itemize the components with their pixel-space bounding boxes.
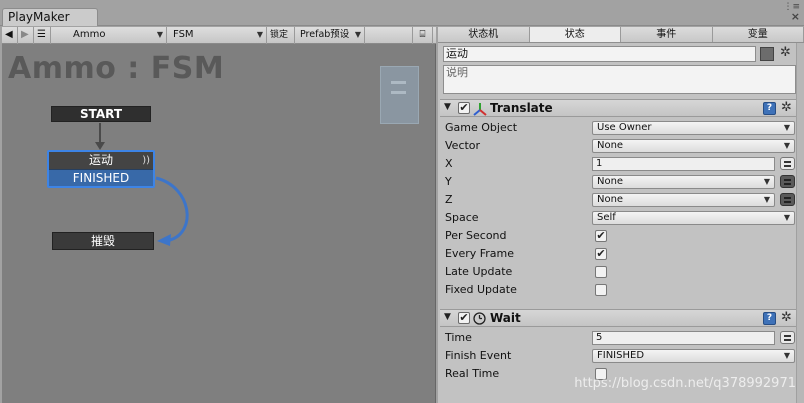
gear-icon[interactable]: ✲ [780, 46, 791, 60]
variable-toggle-button[interactable] [780, 157, 795, 170]
field-label: Per Second [445, 229, 507, 242]
field-label: Finish Event [445, 349, 512, 362]
state-node-title: 运动 [88, 153, 113, 167]
dropdown-value: None [597, 176, 624, 187]
dropdown-value: Self [597, 212, 616, 223]
dropdown-value: None [597, 194, 624, 205]
late-update-checkbox[interactable] [595, 266, 607, 278]
clock-icon [473, 312, 486, 325]
help-icon[interactable]: ? [763, 102, 776, 115]
game-object-dropdown[interactable]: Use Owner ▼ [592, 121, 795, 135]
start-node[interactable]: START [51, 106, 151, 122]
tab-fsm[interactable]: 状态机 [438, 27, 530, 42]
z-variable-dropdown[interactable]: None ▼ [592, 193, 775, 207]
chevron-down-icon: ▼ [763, 177, 770, 186]
action-title: Wait [490, 311, 521, 325]
state-color-swatch[interactable] [760, 47, 774, 61]
space-dropdown[interactable]: Self ▼ [592, 211, 795, 225]
y-variable-dropdown[interactable]: None ▼ [592, 175, 775, 189]
field-label: Time [445, 331, 472, 344]
field-label: X [445, 157, 453, 170]
chevron-down-icon: ▼ [783, 141, 790, 150]
field-label: Late Update [445, 265, 513, 278]
gear-icon[interactable]: ✲ [781, 311, 792, 325]
field-label: Vector [445, 139, 481, 152]
variable-toggle-button[interactable] [780, 331, 795, 344]
state-node-selected[interactable]: 运动 )) FINISHED [47, 150, 155, 188]
transition-lines [95, 123, 189, 246]
help-icon[interactable]: ? [763, 312, 776, 325]
fsm-graph-panel[interactable]: ◀ ▶ ☰ Ammo ▼ FSM ▼ 锁定 Prefab预设 ▼ ⌸ Ammo … [2, 27, 436, 403]
action-header-wait[interactable]: ▼ ✔ Wait ? ✲ [440, 309, 796, 327]
field-label: Z [445, 193, 453, 206]
watermark-text: https://blog.csdn.net/q378992971 [574, 376, 796, 391]
close-icon[interactable]: × [783, 11, 800, 22]
x-value-input[interactable]: 1 [592, 157, 775, 171]
playmaker-window-tab[interactable]: PlayMaker [2, 8, 98, 26]
start-transition-arrow [95, 142, 105, 150]
window-tab-strip: PlayMaker ⋮≡ × [0, 0, 804, 26]
per-second-checkbox[interactable]: ✔ [595, 230, 607, 242]
field-label: Game Object [445, 121, 518, 134]
field-label: Every Frame [445, 247, 515, 260]
chevron-down-icon: ▼ [783, 123, 790, 132]
window-controls[interactable]: ⋮≡ × [783, 2, 800, 22]
target-state-node[interactable]: 摧毁 [52, 232, 154, 250]
chevron-down-icon: ▼ [763, 195, 770, 204]
gear-icon[interactable]: ✲ [781, 101, 792, 115]
running-wave-icon: )) [142, 155, 150, 166]
vector-dropdown[interactable]: None ▼ [592, 139, 795, 153]
tab-events[interactable]: 事件 [621, 27, 713, 42]
field-label: Y [445, 175, 452, 188]
state-description-field[interactable]: 说明 [443, 65, 796, 94]
action-header-translate[interactable]: ▼ ✔ Translate ? ✲ [440, 99, 796, 117]
finished-transition-curve [155, 176, 189, 242]
finish-event-dropdown[interactable]: FINISHED ▼ [592, 349, 795, 363]
variable-toggle-button[interactable] [780, 175, 795, 188]
tab-state[interactable]: 状态 [529, 27, 621, 42]
dropdown-value: None [597, 140, 624, 151]
state-transition-event[interactable]: FINISHED [49, 169, 153, 186]
dropdown-value: Use Owner [597, 122, 652, 133]
dropdown-value: FINISHED [597, 350, 645, 361]
finished-transition-arrow [157, 234, 171, 246]
collapse-triangle-icon[interactable]: ▼ [444, 312, 451, 322]
translate-axes-icon [473, 103, 487, 116]
field-label: Fixed Update [445, 283, 517, 296]
action-enabled-checkbox[interactable]: ✔ [458, 312, 470, 324]
chevron-down-icon: ▼ [783, 351, 790, 360]
collapse-triangle-icon[interactable]: ▼ [444, 102, 451, 112]
fsm-inspector-panel: 状态机 状态 事件 变量 运动 ✲ 说明 ▼ ✔ Translate ? ✲ G… [438, 27, 804, 403]
state-node-header[interactable]: 运动 )) [49, 152, 153, 169]
action-enabled-checkbox[interactable]: ✔ [458, 102, 470, 114]
field-label: Space [445, 211, 479, 224]
state-name-input[interactable]: 运动 [443, 46, 756, 62]
inspector-scrollbar[interactable] [796, 43, 804, 403]
time-input[interactable]: 5 [592, 331, 775, 345]
field-label: Real Time [445, 367, 500, 380]
variable-toggle-button[interactable] [780, 193, 795, 206]
fixed-update-checkbox[interactable] [595, 284, 607, 296]
every-frame-checkbox[interactable]: ✔ [595, 248, 607, 260]
action-title: Translate [490, 101, 553, 115]
inspector-tabs: 状态机 状态 事件 变量 [438, 27, 804, 43]
chevron-down-icon: ▼ [783, 213, 790, 222]
tab-variables[interactable]: 变量 [713, 27, 804, 42]
